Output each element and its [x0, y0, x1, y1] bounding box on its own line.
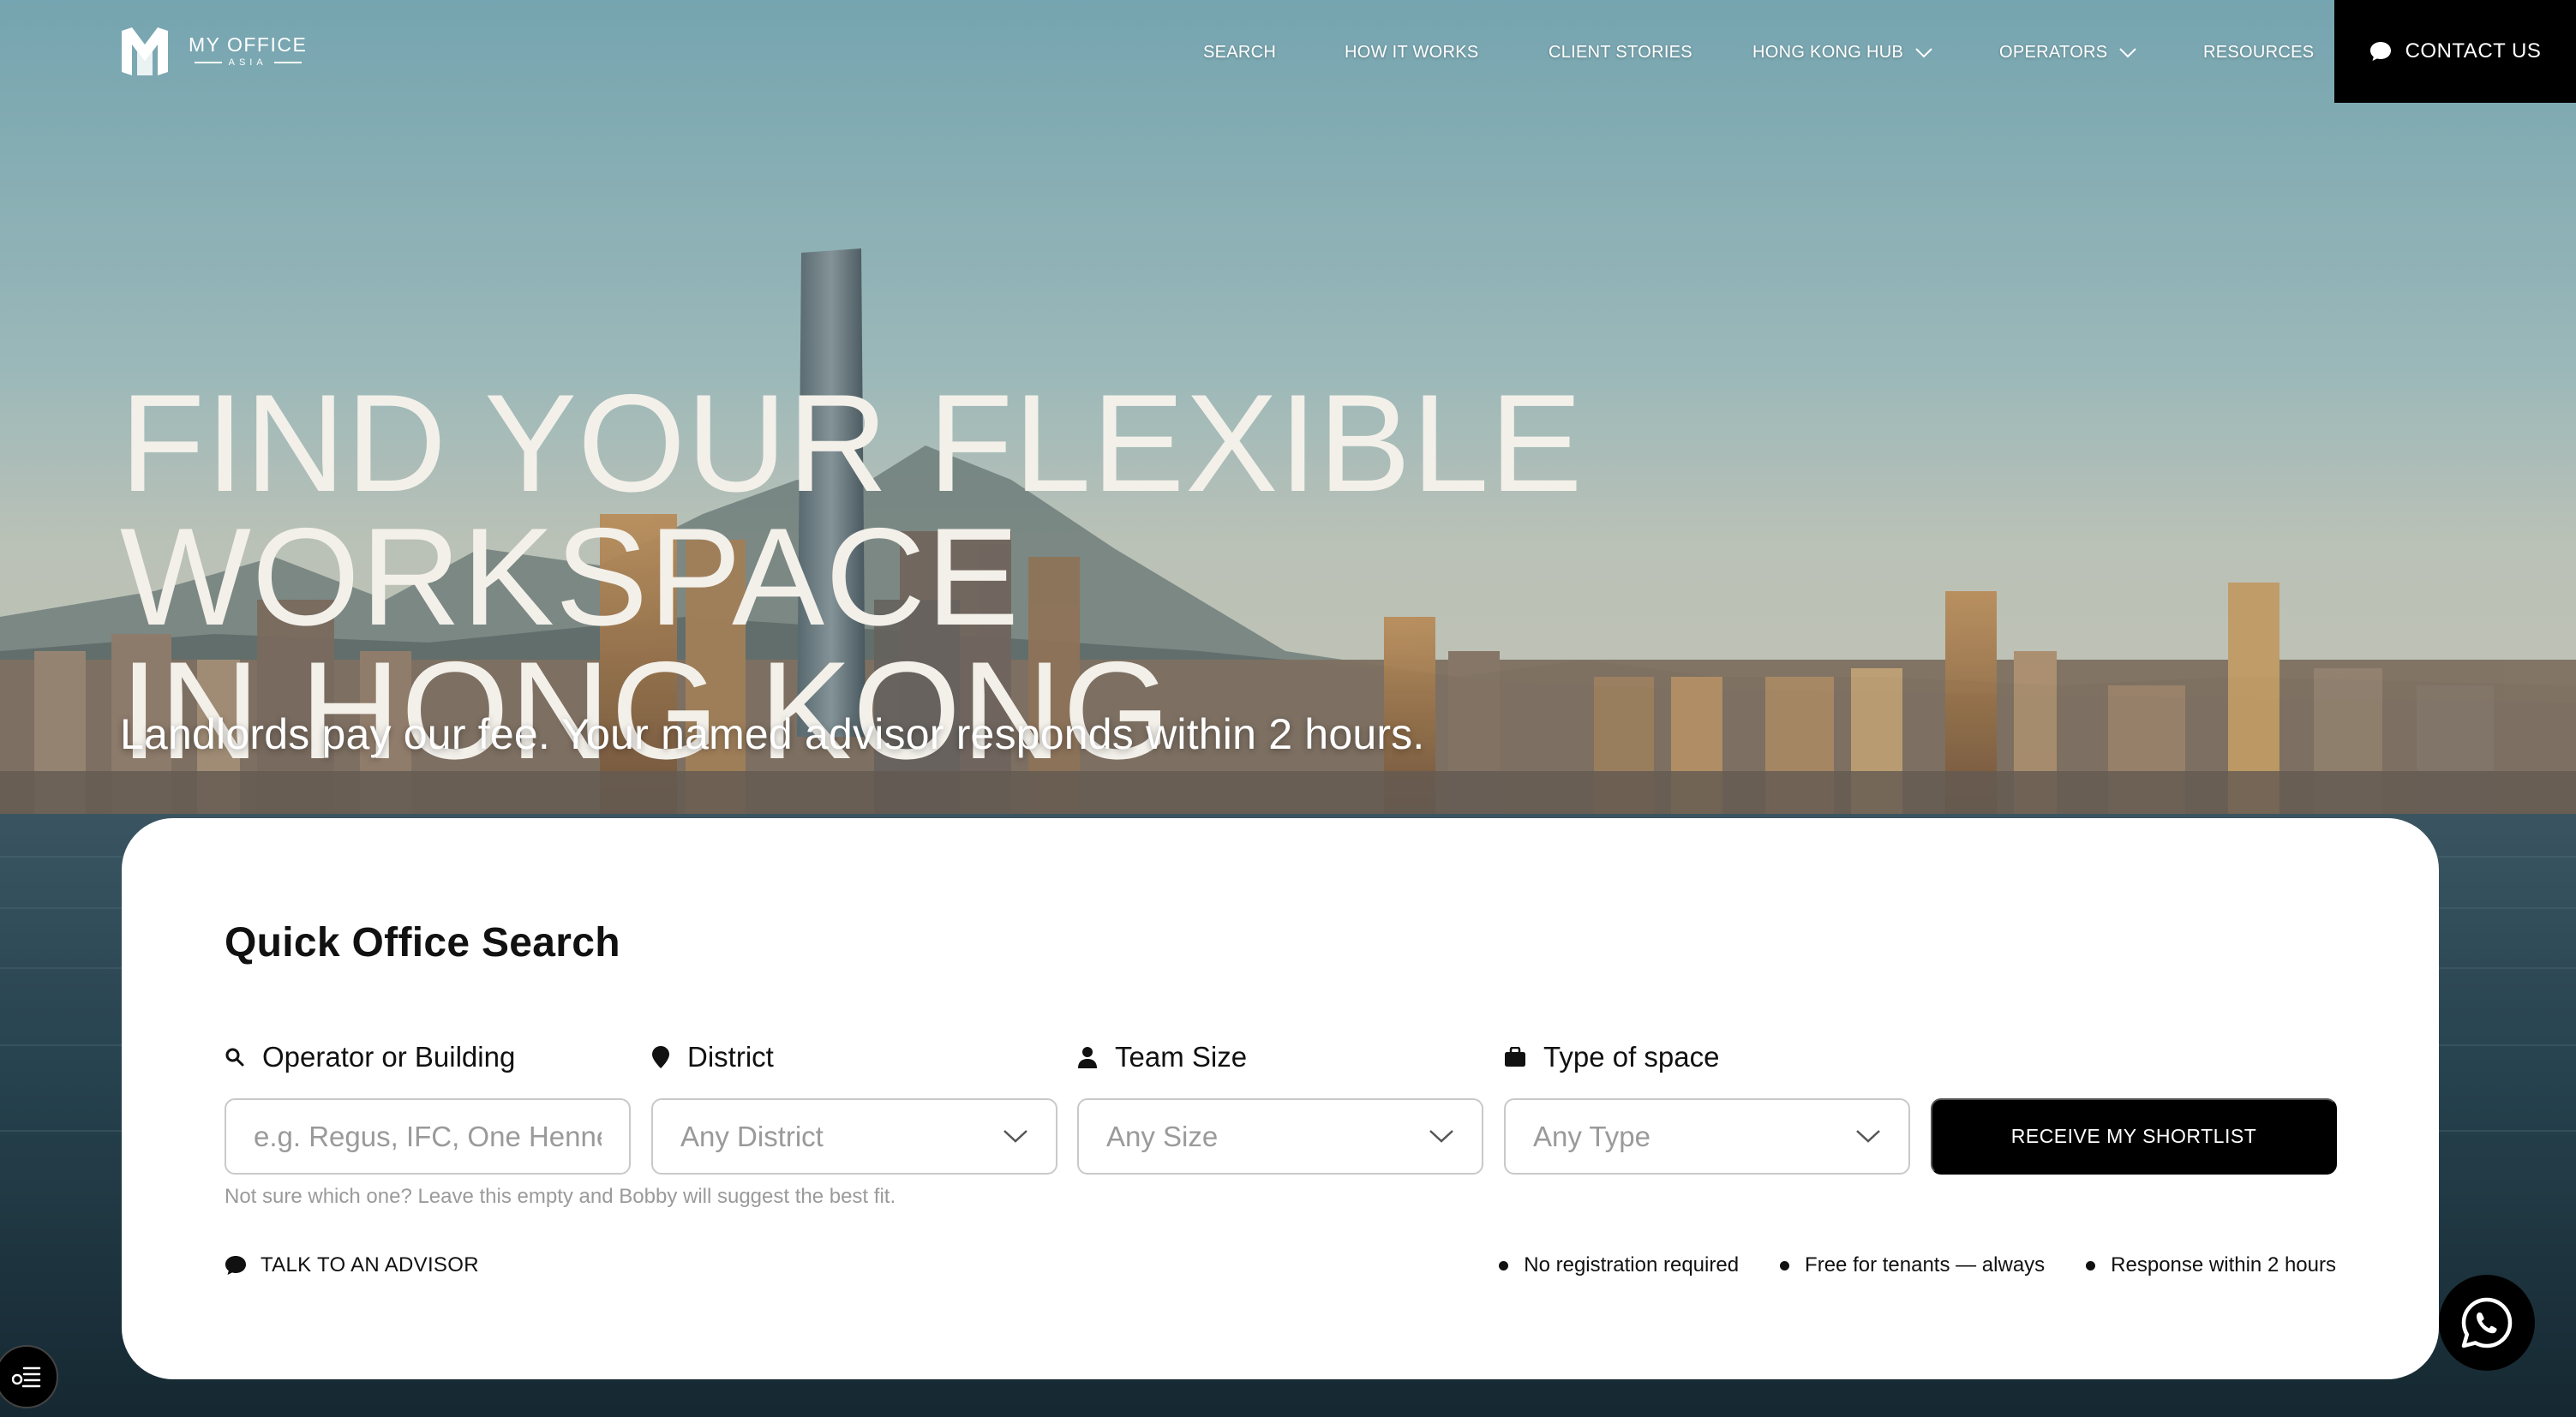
hero-subtitle: Landlords pay our fee. Your named adviso…: [120, 710, 1425, 758]
district-select-value: Any District: [680, 1120, 824, 1152]
space-type-field-label: Type of space: [1504, 1041, 1719, 1073]
search-card-title: Quick Office Search: [225, 920, 620, 966]
team-size-select-value: Any Size: [1106, 1120, 1219, 1152]
whatsapp-button[interactable]: [2439, 1275, 2535, 1371]
location-pin-icon: [652, 1046, 669, 1068]
nav-item-label: HONG KONG HUB: [1752, 43, 1904, 62]
chevron-down-icon: [1856, 1130, 1880, 1143]
talk-to-advisor-label: TALK TO AN ADVISOR: [261, 1253, 479, 1276]
badge-free-for-tenants: Free for tenants — always: [1780, 1253, 2045, 1277]
chat-bubble-icon: [2369, 42, 2391, 61]
team-size-select[interactable]: Any Size: [1077, 1098, 1483, 1175]
search-icon: [225, 1048, 244, 1067]
nav-item-search[interactable]: SEARCH: [1203, 43, 1276, 63]
contact-us-button[interactable]: CONTACT US: [2334, 0, 2576, 103]
operator-search-field: [225, 1098, 631, 1175]
chat-bubble-icon: [225, 1256, 246, 1275]
nav-item-label: CLIENT STORIES: [1549, 43, 1692, 62]
nav-item-client-stories[interactable]: CLIENT STORIES: [1549, 43, 1692, 63]
nav-item-hong-kong-hub[interactable]: HONG KONG HUB: [1752, 43, 1932, 63]
nav-item-operators[interactable]: OPERATORS: [1999, 43, 2137, 63]
space-type-select[interactable]: Any Type: [1504, 1098, 1910, 1175]
site-header: MY OFFICE ASIA SEARCH HOW IT WORKS CLIEN…: [0, 0, 2576, 103]
nav-item-label: SEARCH: [1203, 43, 1277, 62]
chevron-down-icon: [1915, 47, 1932, 57]
space-type-select-value: Any Type: [1533, 1120, 1650, 1152]
main-nav: SEARCH HOW IT WORKS CLIENT STORIES HONG …: [0, 43, 2576, 69]
badge-response-time: Response within 2 hours: [2086, 1253, 2336, 1277]
badge-no-registration: No registration required: [1499, 1253, 1739, 1277]
team-size-field-label: Team Size: [1077, 1041, 1247, 1073]
accessibility-menu-icon: [12, 1366, 41, 1388]
chevron-down-icon: [1003, 1130, 1027, 1143]
briefcase-icon: [1505, 1047, 1525, 1067]
chevron-down-icon: [2119, 47, 2137, 57]
trust-badges: No registration required Free for tenant…: [1499, 1253, 2336, 1277]
team-size-label-text: Team Size: [1115, 1041, 1248, 1073]
nav-item-label: RESOURCES: [2203, 43, 2315, 62]
nav-item-label: HOW IT WORKS: [1345, 43, 1479, 62]
whatsapp-icon: [2461, 1297, 2513, 1348]
contact-us-label: CONTACT US: [2405, 39, 2542, 63]
operator-label-text: Operator or Building: [262, 1041, 516, 1073]
nav-item-label: OPERATORS: [1999, 43, 2108, 62]
district-label-text: District: [687, 1041, 774, 1073]
talk-to-advisor-link[interactable]: TALK TO AN ADVISOR: [225, 1253, 479, 1277]
nav-item-resources[interactable]: RESOURCES: [2203, 43, 2314, 63]
quick-search-card: Quick Office Search Operator or Building…: [122, 818, 2439, 1379]
operator-search-input[interactable]: [254, 1120, 602, 1153]
receive-shortlist-button[interactable]: RECEIVE MY SHORTLIST: [1931, 1098, 2337, 1175]
district-field-label: District: [651, 1041, 774, 1073]
operator-field-label: Operator or Building: [225, 1041, 515, 1073]
nav-item-how-it-works[interactable]: HOW IT WORKS: [1345, 43, 1479, 63]
hero-title-line-1: FIND YOUR FLEXIBLE WORKSPACE: [120, 366, 1584, 655]
district-select[interactable]: Any District: [651, 1098, 1057, 1175]
person-icon: [1078, 1047, 1097, 1068]
space-type-label-text: Type of space: [1543, 1041, 1720, 1073]
chevron-down-icon: [1429, 1130, 1453, 1143]
search-hint: Not sure which one? Leave this empty and…: [225, 1185, 896, 1208]
